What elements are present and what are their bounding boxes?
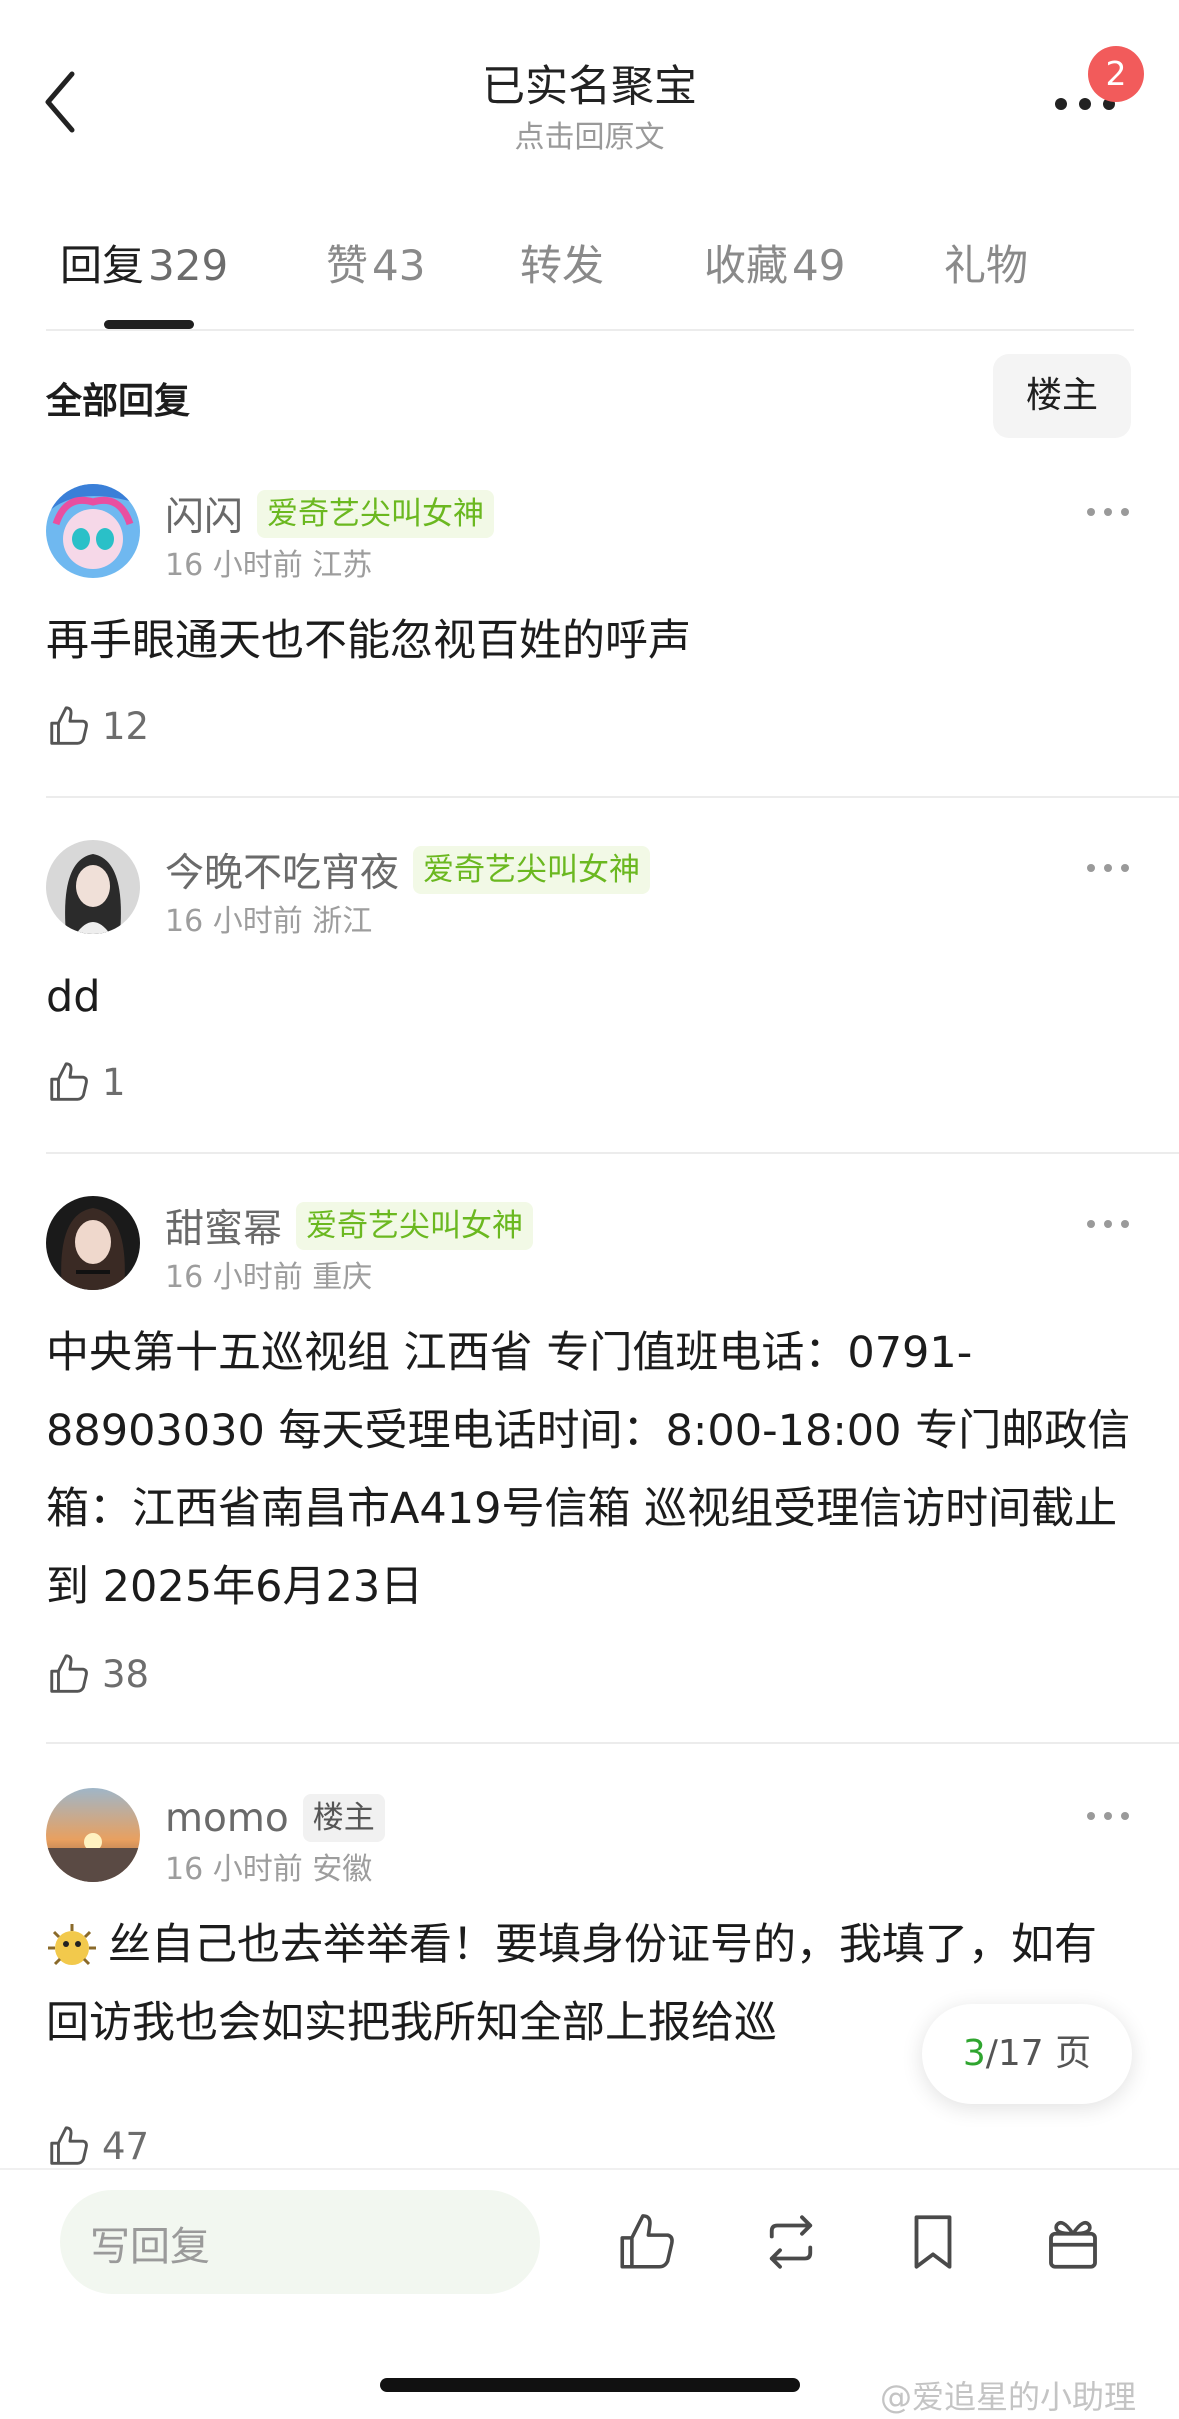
thumbs-up-icon — [50, 1062, 88, 1101]
tab-label: 回复 — [60, 241, 145, 290]
back-to-original-link[interactable]: 点击回原文 — [0, 112, 1179, 156]
username[interactable]: 今晚不吃宵夜 — [165, 842, 399, 898]
tab-bar: 回复329 赞43 转发 收藏49 礼物 — [0, 232, 1179, 302]
username[interactable]: 闪闪 — [165, 486, 243, 542]
current-page: 3 — [962, 2033, 986, 2074]
avatar[interactable] — [46, 1196, 140, 1290]
divider — [46, 329, 1134, 331]
avatar[interactable] — [46, 484, 140, 578]
comment-time: 16 小时前 — [165, 1852, 303, 1887]
user-badge: 爱奇艺尖叫女神 — [413, 846, 651, 894]
comment-time: 16 小时前 — [165, 548, 303, 583]
tab-count: 49 — [792, 241, 846, 290]
page-title: 已实名聚宝 — [482, 62, 697, 112]
avatar[interactable] — [46, 840, 140, 934]
comment-location: 江苏 — [312, 548, 373, 583]
comment-text: 再手眼通天也不能忽视百姓的呼声 — [46, 616, 691, 666]
like-count: 12 — [102, 704, 150, 748]
tab-likes[interactable]: 赞43 — [326, 232, 425, 293]
tab-reposts[interactable]: 转发 — [520, 232, 604, 293]
tab-count: 43 — [372, 241, 426, 290]
comment-location: 安徽 — [312, 1852, 373, 1887]
username[interactable]: 甜蜜幂 — [165, 1198, 282, 1254]
tab-label: 收藏 — [704, 241, 789, 290]
tab-favorites[interactable]: 收藏49 — [704, 232, 845, 293]
tab-label: 礼物 — [944, 241, 1029, 290]
more-icon[interactable] — [1085, 504, 1131, 520]
thumbs-up-icon — [50, 706, 88, 745]
comment-meta: 16 小时前 江苏 — [165, 540, 372, 584]
active-tab-indicator — [104, 320, 194, 329]
tab-replies[interactable]: 回复329 — [60, 232, 228, 293]
comment-meta: 16 小时前 安徽 — [165, 1844, 372, 1888]
tab-label: 转发 — [520, 241, 605, 290]
comment-location: 浙江 — [312, 904, 373, 939]
notification-badge: 2 — [1088, 46, 1144, 102]
comment-time: 16 小时前 — [165, 1260, 303, 1295]
username[interactable]: momo — [165, 1796, 289, 1841]
like-count: 1 — [102, 1060, 126, 1104]
thumbs-up-icon — [50, 2126, 88, 2165]
total-pages: /17 页 — [985, 2033, 1092, 2074]
more-icon[interactable] — [1085, 1808, 1131, 1824]
more-icon[interactable] — [1085, 1216, 1131, 1232]
comment-text: 中央第十五巡视组 江西省 专门值班电话：0791-88903030 每天受理电话… — [46, 1328, 1131, 1612]
divider — [46, 796, 1179, 798]
pufferfish-emoji-icon — [48, 1924, 96, 1966]
like-icon[interactable] — [614, 2209, 680, 2275]
like-button[interactable]: 1 — [46, 1054, 126, 1110]
comment-meta: 16 小时前 重庆 — [165, 1252, 372, 1296]
like-button[interactable]: 38 — [46, 1646, 149, 1702]
user-badge: 爱奇艺尖叫女神 — [296, 1202, 534, 1250]
divider — [46, 1742, 1179, 1744]
comment-time: 16 小时前 — [165, 904, 303, 939]
divider — [46, 1152, 1179, 1154]
like-count: 38 — [102, 1652, 150, 1696]
owner-filter-button[interactable]: 楼主 — [993, 354, 1131, 438]
bookmark-icon[interactable] — [900, 2209, 966, 2275]
more-icon[interactable] — [1085, 860, 1131, 876]
tab-label: 赞 — [326, 241, 369, 290]
like-button[interactable]: 47 — [46, 2118, 149, 2174]
user-badge: 爱奇艺尖叫女神 — [257, 490, 495, 538]
divider — [0, 2168, 1179, 2170]
owner-badge: 楼主 — [302, 1794, 385, 1842]
reply-placeholder: 写回复 — [90, 2224, 210, 2270]
comment-text: dd — [46, 972, 101, 1022]
comment-location: 重庆 — [312, 1260, 373, 1295]
tab-gifts[interactable]: 礼物 — [944, 232, 1028, 293]
section-title: 全部回复 — [46, 381, 191, 422]
avatar[interactable] — [46, 1788, 140, 1882]
tab-count: 329 — [148, 241, 229, 290]
page-indicator[interactable]: 3/17 页 — [922, 2004, 1132, 2104]
watermark: @爱追星的小助理 — [880, 2378, 1137, 2416]
like-count: 47 — [102, 2124, 150, 2168]
like-button[interactable]: 12 — [46, 698, 149, 754]
comment-meta: 16 小时前 浙江 — [165, 896, 372, 940]
home-indicator[interactable] — [380, 2378, 800, 2392]
repost-icon[interactable] — [758, 2209, 824, 2275]
gift-icon[interactable] — [1040, 2209, 1106, 2275]
thumbs-up-icon — [50, 1654, 88, 1693]
